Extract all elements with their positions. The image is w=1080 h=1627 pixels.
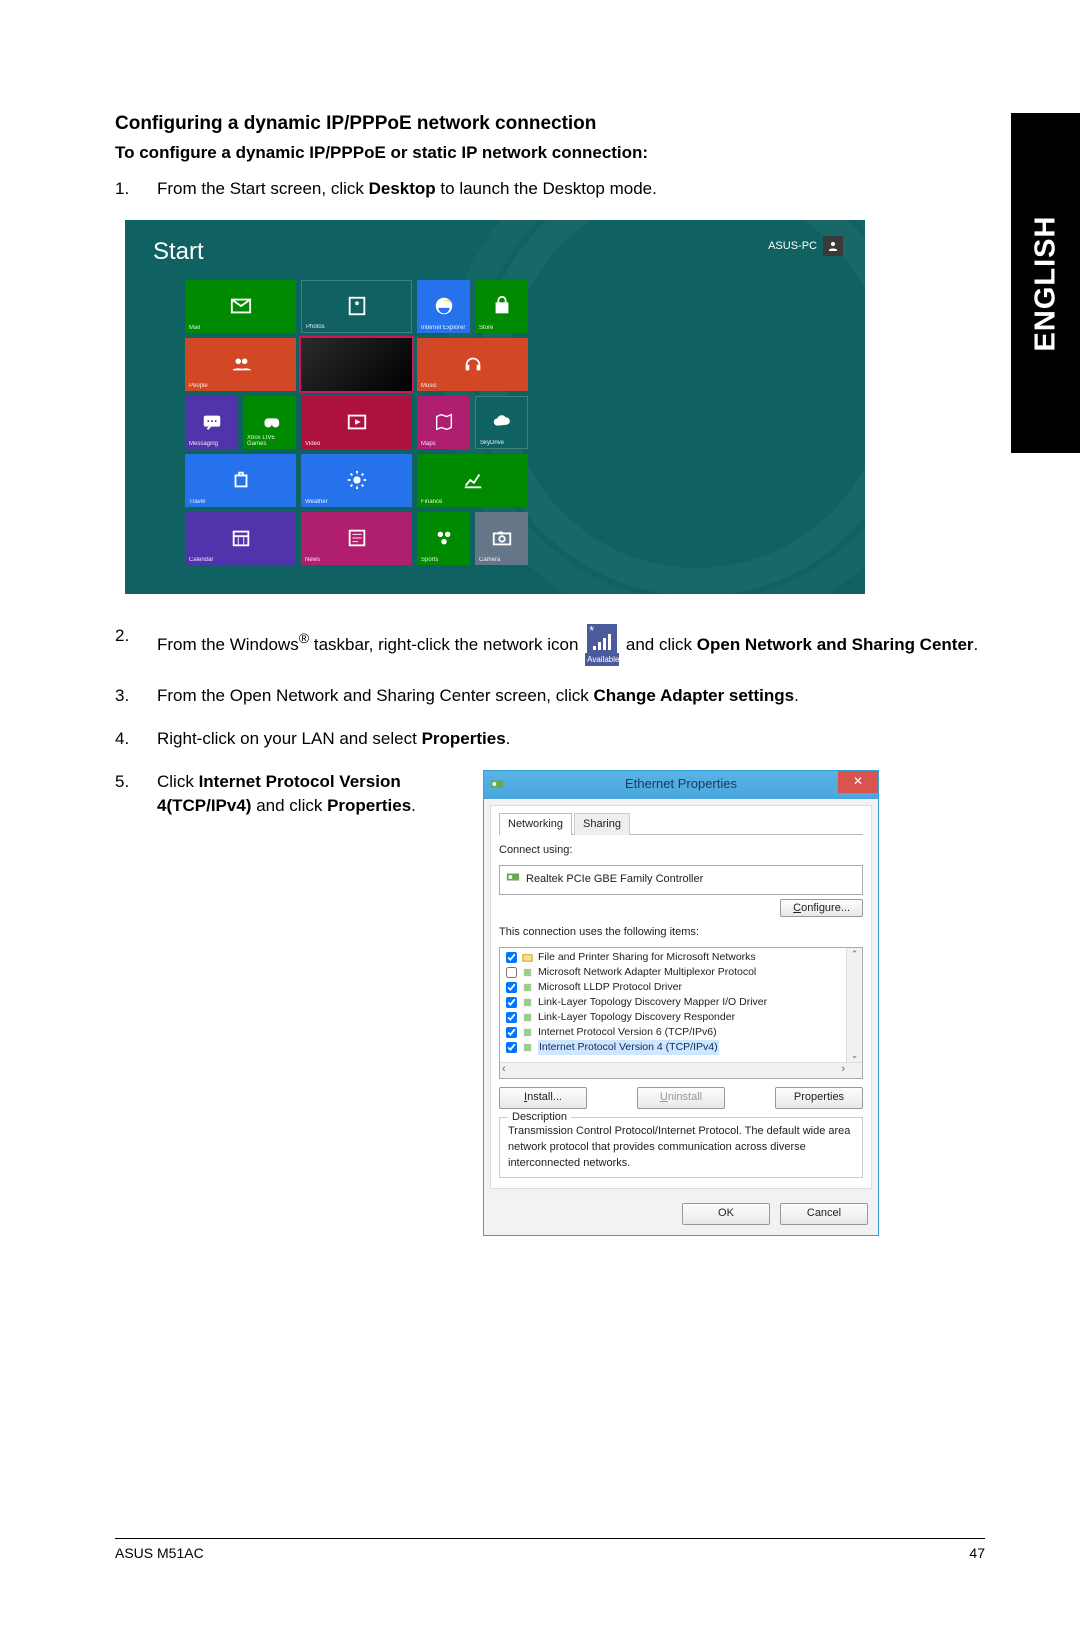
close-button[interactable]: ✕ bbox=[838, 771, 878, 793]
protocol-list[interactable]: File and Printer Sharing for Microsoft N… bbox=[499, 947, 863, 1079]
tab-sharing[interactable]: Sharing bbox=[574, 813, 630, 836]
tile-news[interactable]: News bbox=[301, 512, 412, 565]
tile-weather[interactable]: Weather bbox=[301, 454, 412, 507]
nic-icon bbox=[506, 870, 520, 890]
step-number: 1. bbox=[115, 177, 157, 202]
tile-photos[interactable]: Photos bbox=[301, 280, 412, 333]
horizontal-scrollbar[interactable] bbox=[500, 1062, 862, 1078]
start-title: Start bbox=[153, 238, 204, 266]
step-text: Right-click on your LAN and select Prope… bbox=[157, 727, 985, 752]
tile-video[interactable]: Video bbox=[301, 396, 412, 449]
tile-finance[interactable]: Finance bbox=[417, 454, 528, 507]
install-button[interactable]: Install... bbox=[499, 1087, 587, 1109]
page-number: 47 bbox=[969, 1545, 985, 1561]
description-box: Description Transmission Control Protoco… bbox=[499, 1117, 863, 1178]
adapter-field[interactable]: Realtek PCIe GBE Family Controller bbox=[499, 865, 863, 895]
list-item[interactable]: Microsoft LLDP Protocol Driver bbox=[500, 980, 862, 995]
tile-ie[interactable]: Internet Explorer bbox=[417, 280, 470, 333]
step-number: 4. bbox=[115, 727, 157, 752]
uninstall-button[interactable]: Uninstall bbox=[637, 1087, 725, 1109]
tile-store[interactable]: Store bbox=[475, 280, 528, 333]
network-tray-icon: Available bbox=[585, 624, 619, 667]
ethernet-properties-dialog: Ethernet Properties ✕ Networking Sharing… bbox=[483, 770, 879, 1236]
dialog-title: Ethernet Properties bbox=[625, 775, 737, 794]
tile-maps[interactable]: Maps bbox=[417, 396, 470, 449]
ok-button[interactable]: OK bbox=[682, 1203, 770, 1225]
list-item[interactable]: Link-Layer Topology Discovery Mapper I/O… bbox=[500, 995, 862, 1010]
list-item[interactable]: Internet Protocol Version 6 (TCP/IPv6) bbox=[500, 1025, 862, 1040]
cancel-button[interactable]: Cancel bbox=[780, 1203, 868, 1225]
language-tab: ENGLISH bbox=[1011, 113, 1080, 453]
dialog-titlebar: Ethernet Properties ✕ bbox=[484, 771, 878, 799]
tile-skydrive[interactable]: SkyDrive bbox=[475, 396, 528, 449]
tile-calendar[interactable]: Calendar bbox=[185, 512, 296, 565]
uses-items-label: This connection uses the following items… bbox=[499, 925, 863, 941]
tile-people[interactable]: People bbox=[185, 338, 296, 391]
list-item[interactable]: Link-Layer Topology Discovery Responder bbox=[500, 1010, 862, 1025]
tile-sports[interactable]: Sports bbox=[417, 512, 470, 565]
footer-model: ASUS M51AC bbox=[115, 1545, 204, 1561]
connect-using-label: Connect using: bbox=[499, 843, 863, 859]
properties-button[interactable]: Properties bbox=[775, 1087, 863, 1109]
step-number: 5. bbox=[115, 770, 157, 1236]
list-item[interactable]: File and Printer Sharing for Microsoft N… bbox=[500, 950, 862, 965]
tab-networking[interactable]: Networking bbox=[499, 813, 572, 836]
step-text: From the Start screen, click Desktop to … bbox=[157, 177, 985, 202]
configure-button[interactable]: CConfigure...onfigure... bbox=[780, 899, 863, 917]
tile-games[interactable]: Xbox LIVE Games bbox=[243, 396, 296, 449]
tile-camera[interactable]: Camera bbox=[475, 512, 528, 565]
tile-music[interactable]: Music bbox=[417, 338, 528, 391]
step-text: From the Open Network and Sharing Center… bbox=[157, 684, 985, 709]
section-subheading: To configure a dynamic IP/PPPoE or stati… bbox=[115, 143, 985, 163]
step-text: Click Internet Protocol Version 4(TCP/IP… bbox=[157, 770, 457, 819]
section-heading: Configuring a dynamic IP/PPPoE network c… bbox=[115, 113, 985, 135]
list-item[interactable]: Microsoft Network Adapter Multiplexor Pr… bbox=[500, 965, 862, 980]
tile-travel[interactable]: Travel bbox=[185, 454, 296, 507]
start-screen: Start ASUS-PC Mail Photos bbox=[125, 220, 865, 594]
step-number: 2. bbox=[115, 624, 157, 667]
list-item[interactable]: Internet Protocol Version 4 (TCP/IPv4) bbox=[500, 1040, 862, 1055]
vertical-scrollbar[interactable] bbox=[846, 948, 862, 1062]
step-number: 3. bbox=[115, 684, 157, 709]
tile-desktop[interactable]: Desktop bbox=[301, 338, 412, 391]
step-text: From the Windows® taskbar, right-click t… bbox=[157, 624, 985, 667]
start-user: ASUS-PC bbox=[768, 236, 843, 256]
tile-messaging[interactable]: Messaging bbox=[185, 396, 238, 449]
user-icon bbox=[823, 236, 843, 256]
nic-icon bbox=[490, 777, 504, 791]
tile-mail[interactable]: Mail bbox=[185, 280, 296, 333]
